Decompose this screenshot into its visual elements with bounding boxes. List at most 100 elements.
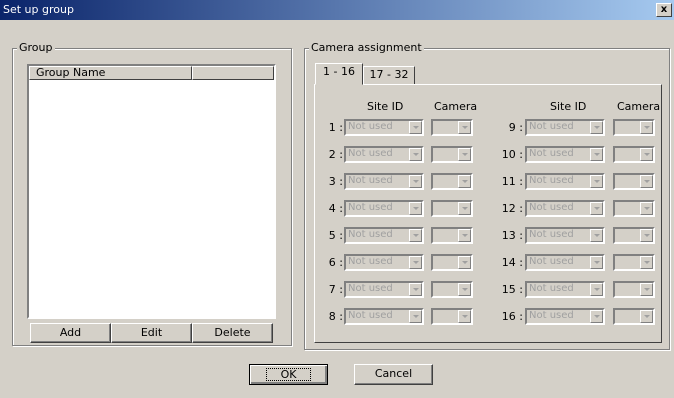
tab-17-32[interactable]: 17 - 32 <box>363 66 415 85</box>
dropdown-arrow-icon[interactable] <box>458 256 471 269</box>
chevron-down-icon <box>462 261 468 264</box>
dropdown-arrow-icon[interactable] <box>458 283 471 296</box>
camera-select[interactable] <box>613 119 655 136</box>
camera-select[interactable] <box>613 254 655 271</box>
dropdown-arrow-icon[interactable] <box>458 121 471 134</box>
dropdown-arrow-icon[interactable] <box>590 310 603 323</box>
camera-select[interactable] <box>613 227 655 244</box>
camera-select[interactable] <box>431 173 473 190</box>
chevron-down-icon <box>462 288 468 291</box>
dropdown-arrow-icon[interactable] <box>640 202 653 215</box>
group-list[interactable]: Group Name <box>27 64 276 319</box>
chevron-down-icon <box>594 126 600 129</box>
dropdown-arrow-icon[interactable] <box>590 283 603 296</box>
site-id-select[interactable]: Not used <box>344 254 424 271</box>
dropdown-arrow-icon[interactable] <box>590 121 603 134</box>
dropdown-arrow-icon[interactable] <box>640 121 653 134</box>
site-id-select[interactable]: Not used <box>344 146 424 163</box>
site-id-value: Not used <box>529 310 574 321</box>
dropdown-arrow-icon[interactable] <box>409 310 422 323</box>
dropdown-arrow-icon[interactable] <box>640 310 653 323</box>
camera-select[interactable] <box>431 119 473 136</box>
dropdown-arrow-icon[interactable] <box>590 202 603 215</box>
chevron-down-icon <box>644 126 650 129</box>
dropdown-arrow-icon[interactable] <box>458 310 471 323</box>
camera-select[interactable] <box>613 308 655 325</box>
dropdown-arrow-icon[interactable] <box>640 229 653 242</box>
dropdown-arrow-icon[interactable] <box>590 148 603 161</box>
camera-select[interactable] <box>431 146 473 163</box>
dropdown-arrow-icon[interactable] <box>640 148 653 161</box>
add-button[interactable]: Add <box>30 323 111 343</box>
camera-select[interactable] <box>613 173 655 190</box>
chevron-down-icon <box>644 261 650 264</box>
dropdown-arrow-icon[interactable] <box>409 229 422 242</box>
chevron-down-icon <box>594 207 600 210</box>
dropdown-arrow-icon[interactable] <box>458 202 471 215</box>
site-id-select[interactable]: Not used <box>344 281 424 298</box>
cancel-button[interactable]: Cancel <box>354 364 433 385</box>
dropdown-arrow-icon[interactable] <box>409 175 422 188</box>
site-id-select[interactable]: Not used <box>525 254 605 271</box>
column-header-group-name[interactable]: Group Name <box>29 66 192 80</box>
site-id-select[interactable]: Not used <box>525 281 605 298</box>
camera-select[interactable] <box>431 308 473 325</box>
site-id-value: Not used <box>348 256 393 267</box>
site-id-select[interactable]: Not used <box>525 173 605 190</box>
camera-select[interactable] <box>431 254 473 271</box>
camera-select[interactable] <box>613 146 655 163</box>
chevron-down-icon <box>644 180 650 183</box>
site-id-select[interactable]: Not used <box>525 227 605 244</box>
dropdown-arrow-icon[interactable] <box>640 283 653 296</box>
dropdown-arrow-icon[interactable] <box>640 256 653 269</box>
row-label: 14 : <box>501 256 523 269</box>
camera-select[interactable] <box>431 200 473 217</box>
site-id-select[interactable]: Not used <box>525 146 605 163</box>
dropdown-arrow-icon[interactable] <box>590 256 603 269</box>
dropdown-arrow-icon[interactable] <box>640 175 653 188</box>
site-id-value: Not used <box>529 121 574 132</box>
column-header-extra[interactable] <box>192 66 274 80</box>
camera-header-right: Camera <box>617 100 661 113</box>
camera-select[interactable] <box>613 200 655 217</box>
dropdown-arrow-icon[interactable] <box>458 175 471 188</box>
chevron-down-icon <box>462 315 468 318</box>
close-button[interactable]: x <box>656 3 672 17</box>
chevron-down-icon <box>413 315 419 318</box>
chevron-down-icon <box>462 153 468 156</box>
chevron-down-icon <box>644 153 650 156</box>
site-id-header-left: Site ID <box>367 100 404 113</box>
delete-button[interactable]: Delete <box>192 323 273 343</box>
site-id-select[interactable]: Not used <box>525 200 605 217</box>
camera-assignment-label: Camera assignment <box>309 41 424 54</box>
dropdown-arrow-icon[interactable] <box>409 121 422 134</box>
dropdown-arrow-icon[interactable] <box>590 229 603 242</box>
chevron-down-icon <box>413 180 419 183</box>
site-id-select[interactable]: Not used <box>344 200 424 217</box>
edit-button[interactable]: Edit <box>111 323 192 343</box>
camera-select[interactable] <box>613 281 655 298</box>
ok-button[interactable]: OK <box>249 364 328 385</box>
chevron-down-icon <box>413 207 419 210</box>
chevron-down-icon <box>462 207 468 210</box>
chevron-down-icon <box>644 288 650 291</box>
site-id-select[interactable]: Not used <box>344 227 424 244</box>
dropdown-arrow-icon[interactable] <box>590 175 603 188</box>
dropdown-arrow-icon[interactable] <box>409 256 422 269</box>
dropdown-arrow-icon[interactable] <box>409 148 422 161</box>
site-id-select[interactable]: Not used <box>344 173 424 190</box>
dropdown-arrow-icon[interactable] <box>458 229 471 242</box>
site-id-select[interactable]: Not used <box>344 119 424 136</box>
site-id-select[interactable]: Not used <box>525 119 605 136</box>
dropdown-arrow-icon[interactable] <box>409 202 422 215</box>
tab-1-16[interactable]: 1 - 16 <box>315 63 363 85</box>
camera-select[interactable] <box>431 281 473 298</box>
site-id-select[interactable]: Not used <box>344 308 424 325</box>
dropdown-arrow-icon[interactable] <box>409 283 422 296</box>
camera-select[interactable] <box>431 227 473 244</box>
site-id-value: Not used <box>529 256 574 267</box>
chevron-down-icon <box>462 180 468 183</box>
row-label: 10 : <box>501 148 523 161</box>
dropdown-arrow-icon[interactable] <box>458 148 471 161</box>
site-id-select[interactable]: Not used <box>525 308 605 325</box>
